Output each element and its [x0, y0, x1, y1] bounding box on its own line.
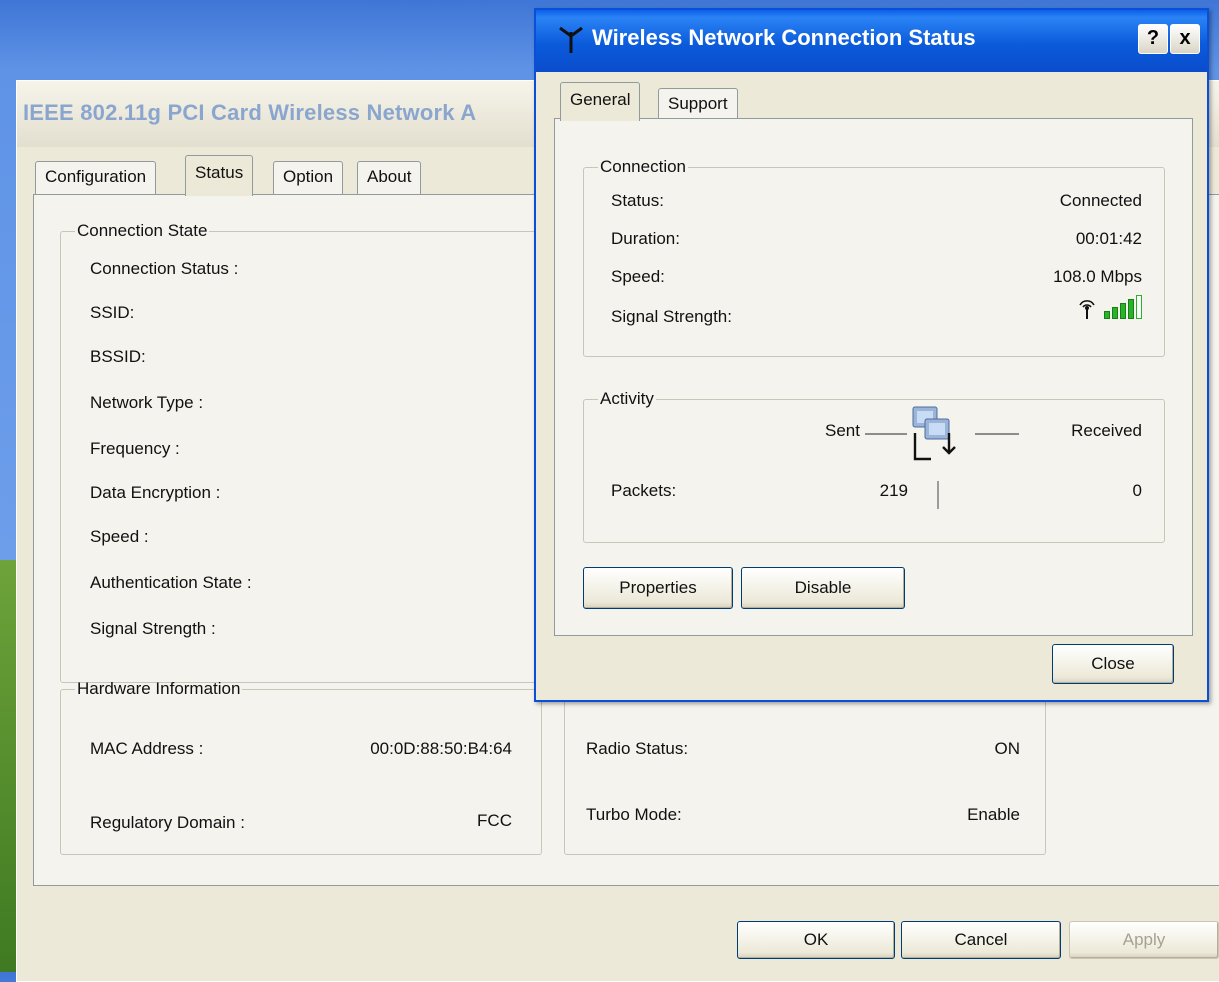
close-button[interactable]: Close	[1052, 644, 1174, 684]
ssid-label: SSID:	[90, 303, 135, 322]
tab-about[interactable]: About	[357, 161, 422, 196]
turbo-mode-value: Enable	[967, 805, 1020, 824]
regulatory-domain-label: Regulatory Domain :	[90, 813, 245, 832]
speed-label: Speed :	[90, 527, 149, 546]
connection-legend: Connection	[600, 157, 687, 176]
authentication-state-label: Authentication State :	[90, 573, 252, 592]
mac-address-value: 00:0D:88:50:B4:64	[370, 739, 512, 758]
received-line	[975, 433, 1019, 435]
signal-bar	[1136, 295, 1142, 319]
connection-group: Connection	[583, 157, 1165, 357]
connection-state-legend: Connection State	[77, 221, 208, 240]
hardware-information-legend: Hardware Information	[77, 679, 241, 698]
signal-bar	[1104, 311, 1110, 319]
apply-button[interactable]: Apply	[1069, 921, 1219, 959]
disable-button[interactable]: Disable	[741, 567, 905, 609]
close-icon[interactable]: x	[1170, 24, 1200, 54]
tab-configuration[interactable]: Configuration	[35, 161, 157, 196]
signal-strength-label: Signal Strength :	[90, 619, 216, 638]
dialog-title: Wireless Network Connection Status	[592, 25, 976, 50]
ok-button[interactable]: OK	[737, 921, 895, 959]
packets-received-value: 0	[1132, 481, 1142, 500]
regulatory-domain-value: FCC	[477, 811, 512, 830]
connection-status-dialog: Wireless Network Connection Status ? x G…	[534, 8, 1209, 702]
tab-general[interactable]: General	[560, 82, 641, 121]
signal-bar	[1112, 307, 1118, 319]
duration-value: 00:01:42	[1075, 229, 1142, 248]
frequency-label: Frequency :	[90, 439, 180, 458]
antenna-icon	[558, 26, 584, 59]
antenna-icon	[1079, 300, 1095, 319]
received-label: Received	[1071, 421, 1142, 440]
packets-divider	[937, 481, 939, 509]
connection-status-label: Connection Status :	[90, 259, 239, 278]
mac-address-label: MAC Address :	[90, 739, 204, 758]
radio-info-group	[564, 695, 1046, 855]
speed-value: 108.0 Mbps	[1053, 267, 1142, 286]
general-tab-panel: Connection Status: Connected Duration: 0…	[554, 118, 1193, 636]
duration-label: Duration:	[611, 229, 680, 248]
radio-status-label: Radio Status:	[586, 739, 689, 758]
status-label: Status:	[611, 191, 664, 210]
signal-strength-icon	[1077, 295, 1142, 319]
sent-label: Sent	[825, 421, 860, 440]
packets-sent-value: 219	[879, 481, 908, 500]
cancel-button[interactable]: Cancel	[901, 921, 1061, 959]
properties-button[interactable]: Properties	[583, 567, 733, 609]
utility-window-title: IEEE 802.11g PCI Card Wireless Network A	[23, 100, 477, 125]
tab-status[interactable]: Status	[185, 155, 254, 196]
radio-status-value: ON	[994, 739, 1021, 758]
network-type-label: Network Type :	[90, 393, 204, 412]
signal-bar	[1120, 303, 1126, 319]
sent-line	[865, 433, 907, 435]
signal-bar	[1128, 299, 1134, 319]
tab-option[interactable]: Option	[273, 161, 344, 196]
dialog-titlebar[interactable]: Wireless Network Connection Status ? x	[536, 10, 1207, 72]
data-encryption-label: Data Encryption :	[90, 483, 221, 502]
turbo-mode-label: Turbo Mode:	[586, 805, 682, 824]
speed-label: Speed:	[611, 267, 665, 286]
signal-strength-label: Signal Strength:	[611, 307, 732, 326]
status-value: Connected	[1059, 191, 1142, 210]
activity-legend: Activity	[600, 389, 654, 408]
help-button[interactable]: ?	[1138, 24, 1168, 54]
bssid-label: BSSID:	[90, 347, 146, 366]
signal-bars	[1102, 295, 1142, 319]
network-activity-icon	[909, 403, 961, 468]
activity-group: Activity	[583, 389, 1165, 543]
packets-label: Packets:	[611, 481, 677, 500]
